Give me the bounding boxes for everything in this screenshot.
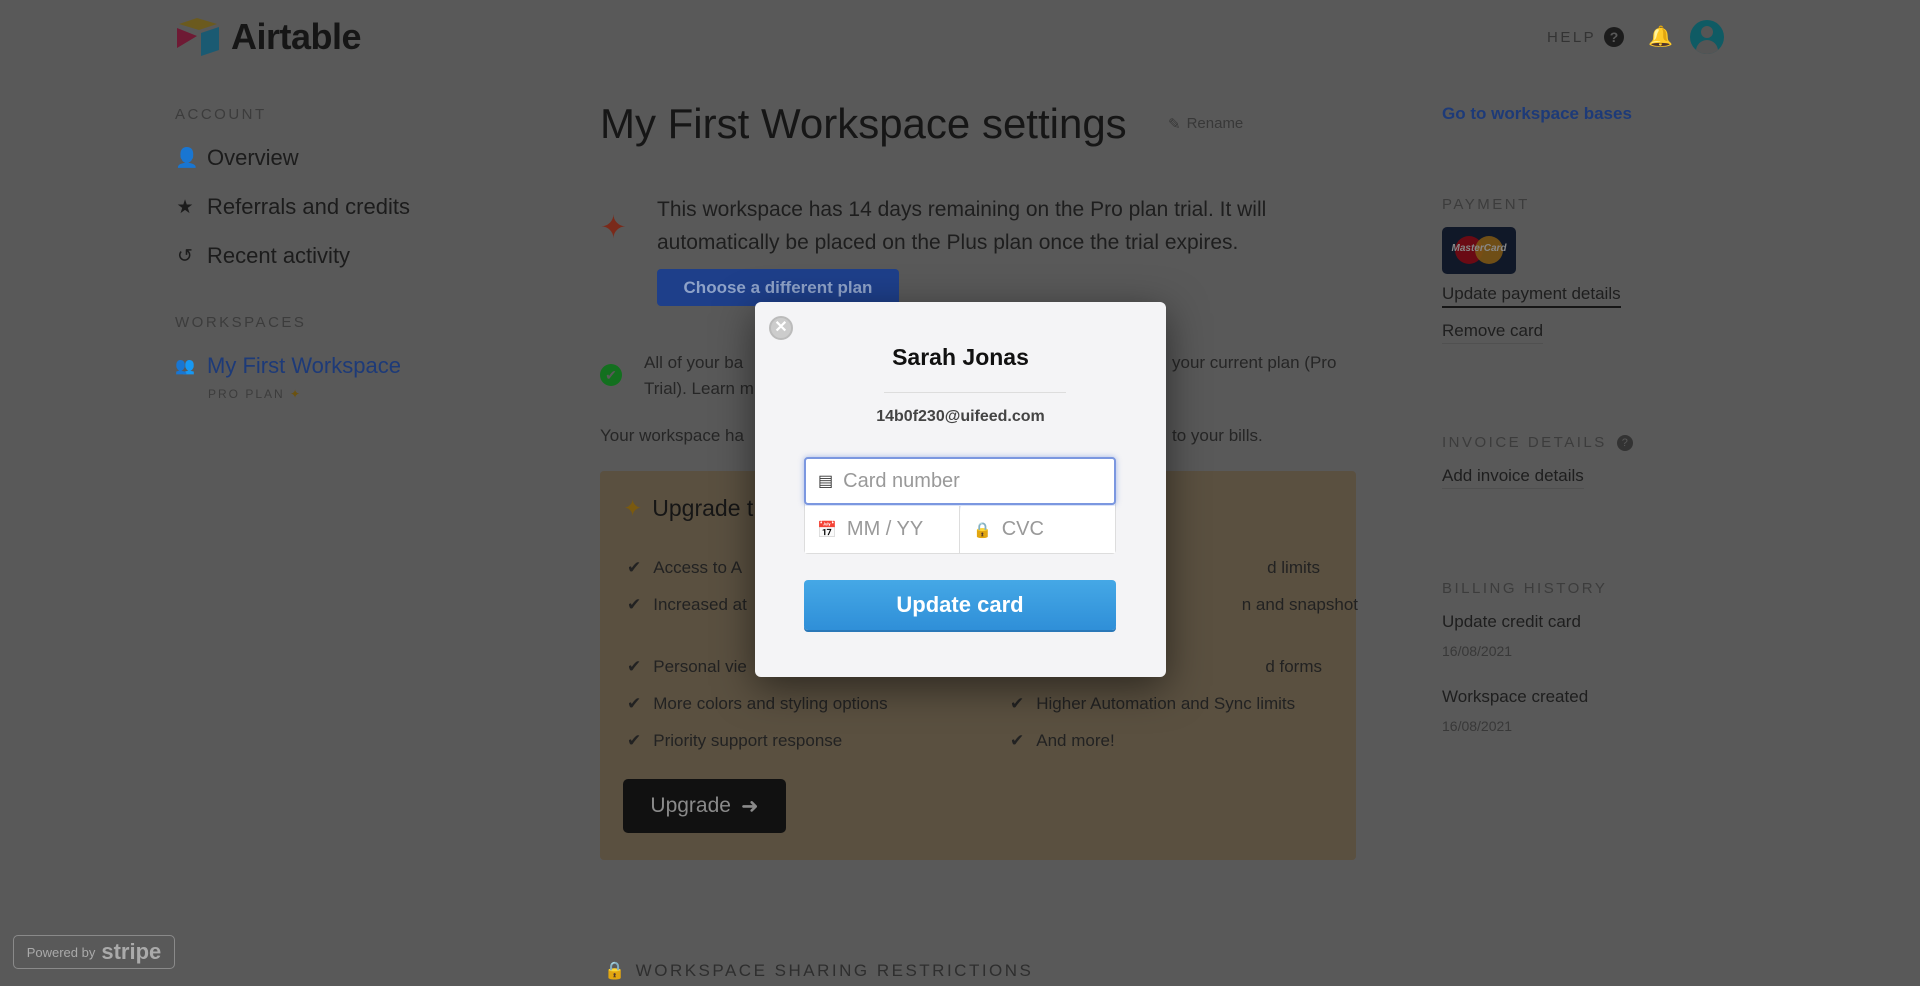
sidebar-item-workspace[interactable]: 👥 My First Workspace [175, 353, 401, 379]
calendar-icon: 📅 [817, 521, 837, 539]
sidebar-item-recent-activity[interactable]: ↺ Recent activity [175, 243, 350, 269]
users-icon: 👥 [175, 358, 195, 375]
check-icon: ✔ [627, 594, 642, 614]
workspaces-heading: WORKSPACES [175, 314, 307, 331]
arrow-right-icon: ➜ [740, 794, 759, 818]
history-item-date: 16/08/2021 [1442, 718, 1513, 734]
close-button[interactable]: ✕ [769, 316, 793, 340]
credit-card-icon: ▤ [818, 473, 834, 490]
go-to-bases-link[interactable]: Go to workspace bases [1442, 104, 1632, 124]
choose-plan-button[interactable]: Choose a different plan [657, 269, 899, 306]
mastercard-icon: MasterCard [1442, 227, 1516, 274]
sidebar-item-overview[interactable]: 👤 Overview [175, 145, 299, 171]
divider [884, 392, 1066, 393]
lock-icon: 🔒 [604, 961, 628, 980]
stripe-checkout-modal: ✕ Sarah Jonas 14b0f230@uifeed.com ▤ Card … [755, 302, 1166, 677]
workspace-notice-left: Your workspace ha [600, 426, 744, 445]
airtable-logo[interactable]: Airtable [175, 16, 362, 58]
sparkle-icon: ✦ [600, 209, 627, 245]
rename-button[interactable]: ✎ Rename [1168, 115, 1243, 133]
bell-icon[interactable]: 🔔 [1648, 24, 1673, 49]
plan-badge: PRO PLAN ✦ [208, 387, 303, 401]
billing-heading: BILLING HISTORY [1442, 580, 1608, 597]
help-link[interactable]: HELP [1547, 29, 1596, 46]
bases-notice-left: All of your ba Trial). Learn m [644, 353, 754, 398]
check-icon: ✔ [627, 730, 642, 750]
sparkle-icon: ✦ [290, 387, 303, 401]
check-icon: ✔ [627, 557, 642, 577]
payment-heading: PAYMENT [1442, 196, 1530, 213]
check-circle-icon: ✔ [600, 364, 622, 386]
history-item-date: 16/08/2021 [1442, 643, 1513, 659]
help-icon: ? [1616, 434, 1633, 451]
powered-by-stripe-badge[interactable]: Powered by stripe [13, 935, 175, 969]
feature-item: ✔ Higher Automation and Sync limits [1010, 693, 1296, 713]
lock-icon: 🔒 [973, 521, 992, 539]
sidebar-item-referrals[interactable]: ★ Referrals and credits [175, 194, 410, 220]
trial-notice: This workspace has 14 days remaining on … [657, 198, 1267, 254]
check-icon: ✔ [1010, 730, 1025, 750]
customer-email: 14b0f230@uifeed.com [876, 408, 1045, 425]
pencil-icon: ✎ [1168, 116, 1181, 133]
workspace-notice-right: to your bills. [1172, 426, 1263, 445]
feature-item: ✔ And more! [1010, 730, 1115, 750]
upgrade-button[interactable]: Upgrade ➜ [623, 779, 786, 833]
check-icon: ✔ [627, 693, 642, 713]
history-item-label: Workspace created [1442, 687, 1589, 706]
check-icon: ✔ [1010, 693, 1025, 713]
airtable-logo-icon [177, 18, 219, 56]
help-icon[interactable]: ? [1604, 27, 1624, 47]
remove-card-link[interactable]: Remove card [1442, 321, 1544, 344]
page-title: My First Workspace settings [600, 100, 1127, 147]
feature-item: ✔ Priority support response [627, 730, 843, 750]
check-icon: ✔ [627, 656, 642, 676]
star-icon: ★ [176, 196, 194, 218]
sharing-heading: 🔒 WORKSPACE SHARING RESTRICTIONS [604, 961, 1034, 980]
invoice-heading: INVOICE DETAILS? [1442, 434, 1633, 451]
history-item-label: Update credit card [1442, 612, 1581, 631]
history-icon: ↺ [177, 245, 193, 267]
update-card-button[interactable]: Update card [804, 580, 1116, 630]
cvc-input[interactable]: 🔒 CVC [961, 506, 1115, 553]
add-invoice-link[interactable]: Add invoice details [1442, 466, 1584, 489]
upgrade-title: Upgrade t [652, 495, 754, 521]
bases-notice-right: your current plan (Pro [1172, 353, 1337, 372]
user-icon: 👤 [175, 148, 199, 169]
update-payment-link[interactable]: Update payment details [1442, 284, 1621, 308]
card-number-input[interactable]: ▤ Card number [804, 457, 1116, 505]
feature-item: ✔ More colors and styling options [627, 693, 888, 713]
sparkle-icon: ✦ [623, 495, 643, 521]
account-heading: ACCOUNT [175, 106, 267, 123]
expiry-input[interactable]: 📅 MM / YY [805, 506, 960, 553]
customer-name: Sarah Jonas [892, 344, 1029, 370]
avatar[interactable] [1690, 20, 1724, 54]
